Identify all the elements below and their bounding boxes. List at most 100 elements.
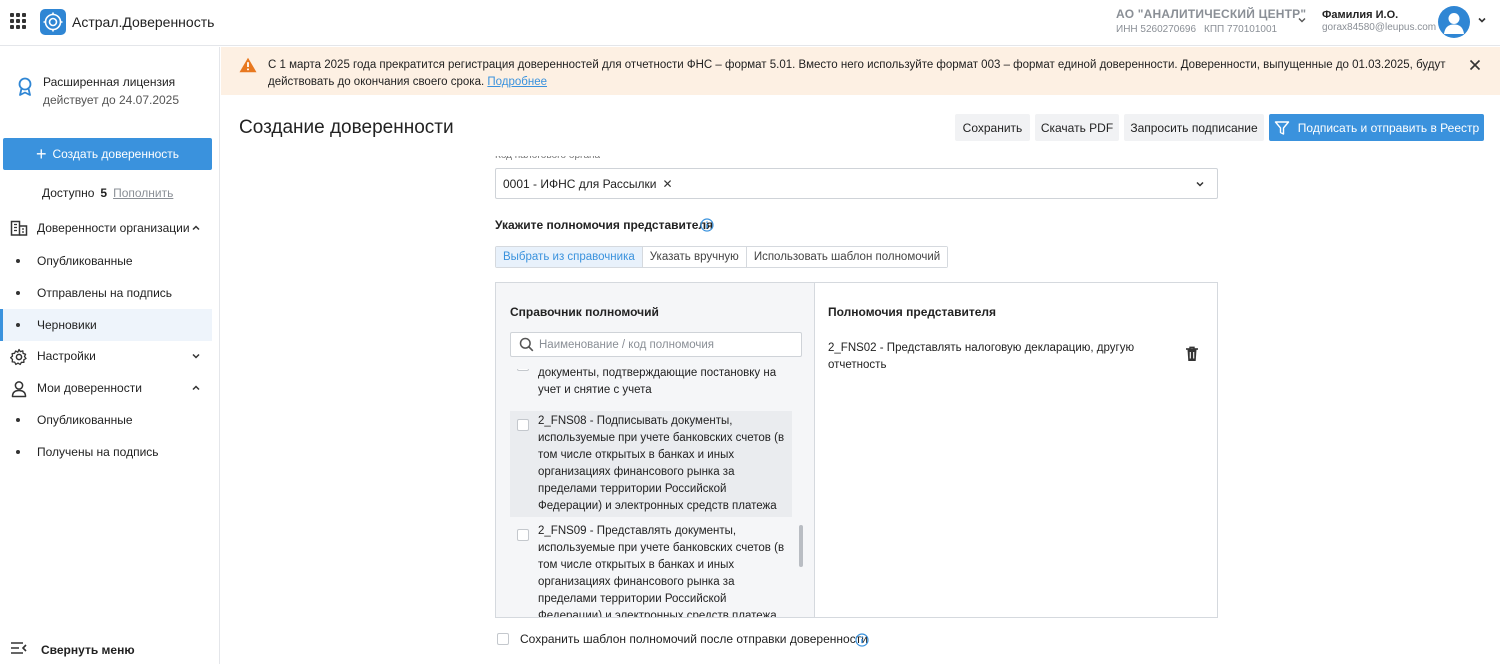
sidebar-group-my-poa[interactable]: Мои доверенности: [0, 372, 220, 404]
chevron-up-icon: [191, 382, 201, 396]
app-title[interactable]: Астрал.Доверенность: [72, 14, 214, 30]
bullet: [16, 259, 20, 263]
award-icon: [16, 77, 34, 100]
plus-icon: +: [35, 144, 47, 164]
catalog-search[interactable]: [510, 332, 802, 357]
user-avatar-icon: [1444, 13, 1464, 34]
license-expiry: действует до 24.07.2025: [43, 93, 180, 107]
download-pdf-button[interactable]: Скачать PDF: [1035, 114, 1119, 141]
sidebar-group-label: Настройки: [37, 349, 96, 363]
selected-tax-authority-chip: 0001 - ИФНС для Рассылки ✕: [503, 177, 673, 191]
sidebar-item-label: Черновики: [37, 318, 97, 332]
close-icon[interactable]: [1469, 59, 1481, 74]
user-chevron-down-icon[interactable]: [1477, 14, 1487, 28]
powers-mode-tabs: Выбрать из справочника Указать вручную И…: [495, 246, 949, 268]
search-icon: [519, 337, 534, 355]
search-input[interactable]: [539, 336, 797, 354]
sidebar-item-org-sent-for-signing[interactable]: Отправлены на подпись: [0, 277, 212, 309]
catalog-list-content: документы, подтверждающие постановку на …: [510, 369, 795, 617]
sidebar-item-label: Отправлены на подпись: [37, 286, 173, 300]
catalog-list: документы, подтверждающие постановку на …: [510, 369, 795, 617]
sidebar-item-my-published[interactable]: Опубликованные: [0, 404, 212, 436]
list-item[interactable]: документы, подтверждающие постановку на …: [510, 369, 792, 401]
tab-catalog[interactable]: Выбрать из справочника: [496, 247, 643, 267]
chevron-up-icon: [191, 222, 201, 236]
org-kpp: КПП 770101001: [1204, 24, 1278, 35]
bullet: [16, 291, 20, 295]
powers-section-label: Укажите полномочия представителя: [495, 218, 714, 232]
avatar[interactable]: [1438, 6, 1470, 38]
sidebar-group-label: Доверенности организации: [37, 221, 190, 235]
gear-icon: [9, 348, 28, 369]
sidebar-item-drafts[interactable]: Черновики: [0, 309, 212, 341]
available-count: 5: [100, 186, 108, 200]
user-email: gorax84580@leupus.com: [1322, 22, 1437, 33]
list-item[interactable]: 2_FNS08 - Подписывать документы, использ…: [510, 411, 792, 517]
user-name[interactable]: Фамилия И.О.: [1322, 9, 1398, 21]
list-item-label: 2_FNS09 - Представлять документы, исполь…: [538, 525, 785, 617]
license-title: Расширенная лицензия: [43, 75, 176, 89]
apps-grid-icon[interactable]: [10, 13, 26, 29]
powers-panel: Справочник полномочий документы, подтвер…: [495, 282, 1218, 618]
info-icon[interactable]: [700, 218, 714, 235]
app-logo-icon[interactable]: [40, 9, 66, 35]
filter-send-icon: [1274, 120, 1289, 135]
sidebar-item-label: Опубликованные: [37, 254, 133, 268]
create-poa-button[interactable]: + Создать доверенность: [3, 138, 212, 170]
bullet: [16, 450, 20, 454]
sidebar-group-settings[interactable]: Настройки: [0, 340, 220, 372]
powers-catalog: Справочник полномочий документы, подтвер…: [496, 283, 815, 617]
checkbox[interactable]: [517, 369, 529, 371]
sign-and-send-button[interactable]: Подписать и отправить в Реестр: [1269, 114, 1484, 141]
org-ids: ИНН 5260270696 КПП 770101001: [1116, 24, 1277, 35]
sidebar-item-org-published[interactable]: Опубликованные: [0, 245, 212, 277]
list-item[interactable]: 2_FNS09 - Представлять документы, исполь…: [510, 521, 792, 617]
create-poa-label: Создать доверенность: [52, 147, 180, 161]
org-name[interactable]: АО "АНАЛИТИЧЕСКИЙ ЦЕНТР": [1116, 7, 1306, 21]
tax-authority-label: Код налогового органа: [495, 156, 600, 162]
catalog-title: Справочник полномочий: [510, 305, 659, 319]
tax-authority-select[interactable]: 0001 - ИФНС для Рассылки ✕: [495, 168, 1218, 199]
selected-power-item: 2_FNS02 - Представлять налоговую деклара…: [828, 342, 1135, 371]
request-signing-button[interactable]: Запросить подписание: [1124, 114, 1264, 141]
banner-message: С 1 марта 2025 года прекратится регистра…: [268, 57, 1448, 91]
page-title: Создание доверенности: [239, 117, 454, 138]
sidebar-item-received-for-signing[interactable]: Получены на подпись: [0, 436, 212, 468]
checkbox[interactable]: [497, 633, 509, 645]
sidebar-group-org-poa[interactable]: Доверенности организации: [0, 212, 220, 244]
chevron-down-icon: [191, 350, 201, 364]
chip-label: 0001 - ИФНС для Рассылки: [503, 177, 657, 191]
sidebar: Расширенная лицензия действует до 24.07.…: [0, 47, 220, 664]
bullet: [16, 323, 20, 327]
checkbox[interactable]: [517, 529, 529, 541]
checkbox[interactable]: [517, 419, 529, 431]
banner-text: С 1 марта 2025 года прекратится регистра…: [268, 59, 1446, 88]
building-icon: [10, 220, 28, 239]
sidebar-group-label: Мои доверенности: [37, 381, 142, 395]
selected-powers-title: Полномочия представителя: [828, 305, 996, 319]
tab-template[interactable]: Использовать шаблон полномочий: [746, 247, 948, 267]
collapse-menu-button[interactable]: Свернуть меню: [41, 643, 135, 657]
chevron-down-icon[interactable]: [1195, 178, 1205, 192]
save-template-checkbox[interactable]: Сохранить шаблон полномочий после отправ…: [497, 632, 868, 646]
sidebar-item-label: Получены на подпись: [37, 445, 159, 459]
catalog-scrollbar[interactable]: [798, 369, 804, 617]
trash-icon[interactable]: [1185, 346, 1199, 365]
sign-and-send-label: Подписать и отправить в Реестр: [1297, 120, 1480, 135]
scrollbar-thumb[interactable]: [799, 525, 803, 567]
save-button[interactable]: Сохранить: [955, 114, 1030, 141]
replenish-link[interactable]: Пополнить: [113, 186, 173, 200]
person-icon: [10, 380, 28, 401]
banner-more-link[interactable]: Подробнее: [487, 76, 547, 88]
tab-manual[interactable]: Указать вручную: [642, 247, 747, 267]
available-label: Доступно: [42, 186, 95, 200]
collapse-menu-icon[interactable]: [10, 641, 28, 658]
bullet: [16, 418, 20, 422]
available-count-row: Доступно 5 Пополнить: [42, 186, 173, 200]
warning-icon: [239, 57, 257, 76]
remove-chip-icon[interactable]: ✕: [662, 177, 672, 191]
info-icon[interactable]: [855, 633, 869, 650]
list-item-label: документы, подтверждающие постановку на …: [538, 369, 777, 396]
list-item-label: 2_FNS08 - Подписывать документы, использ…: [538, 415, 785, 512]
org-chevron-down-icon[interactable]: [1297, 14, 1307, 28]
